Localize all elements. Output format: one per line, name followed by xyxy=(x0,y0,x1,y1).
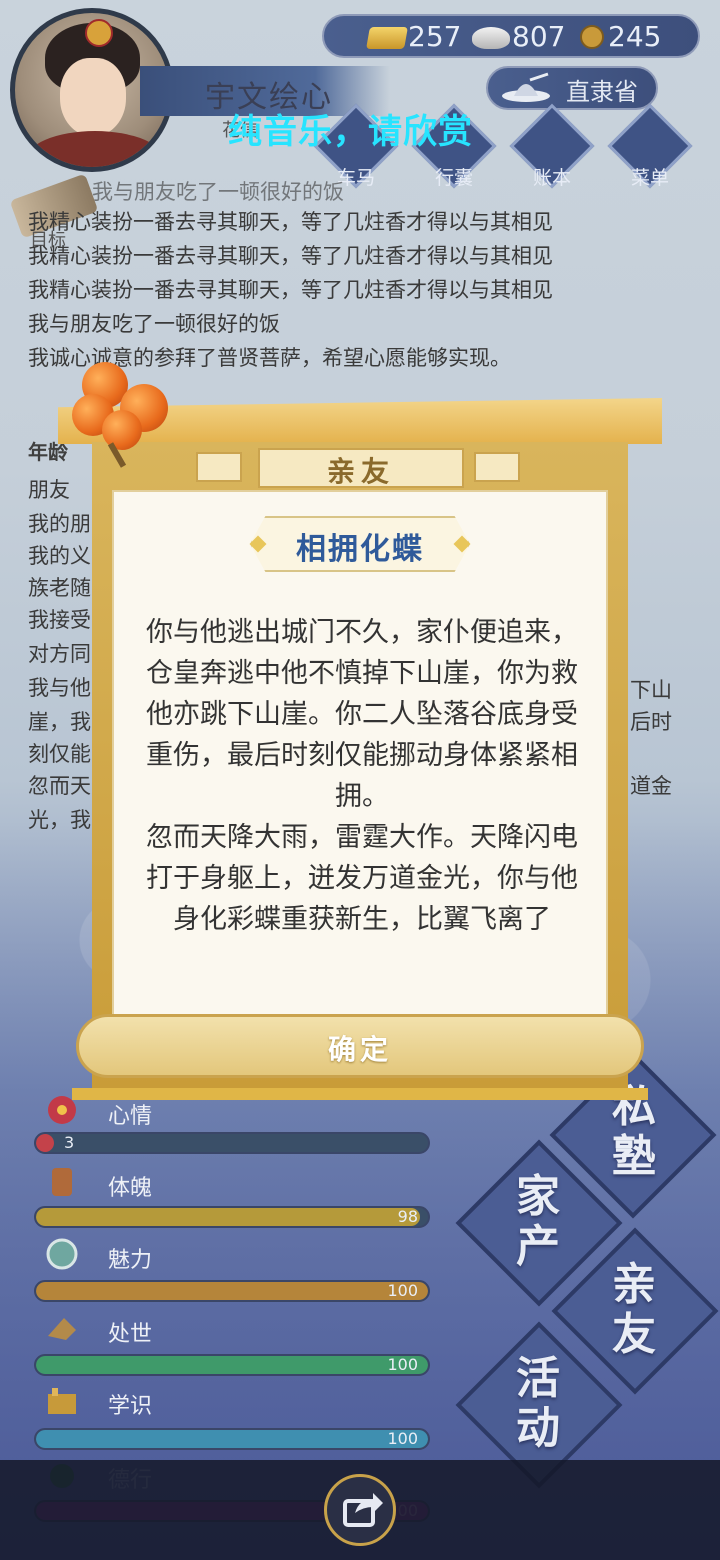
charm-bar: 100 xyxy=(34,1280,430,1302)
gold-ingot-icon xyxy=(366,27,408,49)
activity-label: 活动 xyxy=(516,1353,560,1454)
avatar-robe xyxy=(25,131,165,167)
currency-panel: 257 807 245 xyxy=(322,14,700,58)
log-fragment: 光，我 xyxy=(28,808,91,832)
log-line: 我精心装扮一番去寻其聊天，等了几炷香才得以与其相见 xyxy=(28,278,553,302)
stat-label-physique: 体魄 xyxy=(108,1176,153,1201)
log-fragment: 族老随 xyxy=(28,576,91,600)
dialog-title: 亲友 xyxy=(326,455,395,488)
log-fragment: 我的朋 xyxy=(28,512,91,536)
avatar-crown xyxy=(85,19,113,47)
log-fragment: 下山 xyxy=(630,678,672,702)
physique-bar: 98 xyxy=(34,1206,430,1228)
silver-ingot-icon xyxy=(472,27,510,49)
dialog-ornament xyxy=(196,452,242,482)
physique-value: 98 xyxy=(397,1207,418,1226)
log-fragment: 后时 xyxy=(630,710,672,734)
log-line: 我与朋友吃了一顿很好的饭 xyxy=(92,180,344,204)
knowledge-value: 100 xyxy=(387,1429,418,1448)
estate-label: 家产 xyxy=(516,1171,560,1272)
confirm-label: 确定 xyxy=(327,1033,392,1066)
conduct-bar: 100 xyxy=(34,1354,430,1376)
event-heading: 相拥化蝶 xyxy=(296,532,424,567)
log-fragment: 我接受 xyxy=(28,608,91,632)
log-line: 我精心装扮一番去寻其聊天，等了几炷香才得以与其相见 xyxy=(28,210,553,234)
hand-icon xyxy=(48,1318,76,1340)
physique-bar-fill xyxy=(36,1208,421,1226)
log-fragment: 我与他 xyxy=(28,676,91,700)
log-fragment: 刻仅能 xyxy=(28,742,91,766)
gold-value: 257 xyxy=(408,20,462,53)
mirror-icon xyxy=(46,1238,78,1270)
luggage-label: 行囊 xyxy=(434,167,473,189)
log-fragment: 崖，我 xyxy=(28,710,91,734)
story-paragraph: 你与他逃出城门不久，家仆便追来，仓皇奔逃中他不慎掉下山崖，你为救他亦跳下山崖。你… xyxy=(146,617,578,812)
share-button[interactable] xyxy=(324,1474,396,1546)
ledger-label: 账本 xyxy=(532,167,571,189)
log-line: 我与朋友吃了一顿很好的饭 xyxy=(28,312,280,336)
share-icon xyxy=(343,1493,383,1527)
dialog-ornament xyxy=(474,452,520,482)
official-hat-icon xyxy=(502,72,550,102)
music-banner: 纯音乐，请欣赏 xyxy=(228,112,473,152)
copper-value: 245 xyxy=(608,20,662,53)
stat-label-charm: 魅力 xyxy=(108,1248,153,1273)
dumbbell-icon xyxy=(52,1168,72,1196)
books-icon xyxy=(48,1388,76,1414)
region-label: 直隶省 xyxy=(566,78,638,106)
stat-label-knowledge: 学识 xyxy=(108,1394,153,1419)
dialog-bottom-rod xyxy=(72,1088,648,1100)
story-paragraph: 忽而天降大雨，雷霆大作。天降闪电打于身躯上，迸发万道金光，你与他身化彩蝶重获新生… xyxy=(146,822,578,935)
charm-value: 100 xyxy=(387,1281,418,1300)
knowledge-bar-fill xyxy=(36,1430,428,1448)
charm-bar-fill xyxy=(36,1282,428,1300)
copper-coin-icon xyxy=(580,25,604,49)
log-fragment: 忽而天 xyxy=(28,774,91,798)
mood-bar-fill xyxy=(36,1134,54,1152)
conduct-value: 100 xyxy=(387,1355,418,1374)
mood-bar: 3 xyxy=(34,1132,430,1154)
stat-label-mood: 心情 xyxy=(108,1104,153,1129)
knowledge-bar: 100 xyxy=(34,1428,430,1450)
mood-value: 3 xyxy=(64,1133,75,1152)
menu-label: 菜单 xyxy=(630,167,669,189)
silver-value: 807 xyxy=(512,20,566,53)
log-fragment: 道金 xyxy=(630,774,672,798)
log-line: 我精心装扮一番去寻其聊天，等了几炷香才得以与其相见 xyxy=(28,244,553,268)
conduct-bar-fill xyxy=(36,1356,428,1374)
friends-label: 亲友 xyxy=(612,1259,656,1360)
log-fragment: 对方同 xyxy=(28,642,91,666)
event-story: 你与他逃出城门不久，家仆便追来，仓皇奔逃中他不慎掉下山崖，你为救他亦跳下山崖。你… xyxy=(134,612,590,940)
log-fragment: 我的义 xyxy=(28,544,91,568)
stat-label-conduct: 处世 xyxy=(108,1322,153,1347)
candied-fruit-icon xyxy=(64,350,184,470)
avatar-face xyxy=(60,58,126,136)
log-fragment: 朋友 xyxy=(28,478,70,502)
